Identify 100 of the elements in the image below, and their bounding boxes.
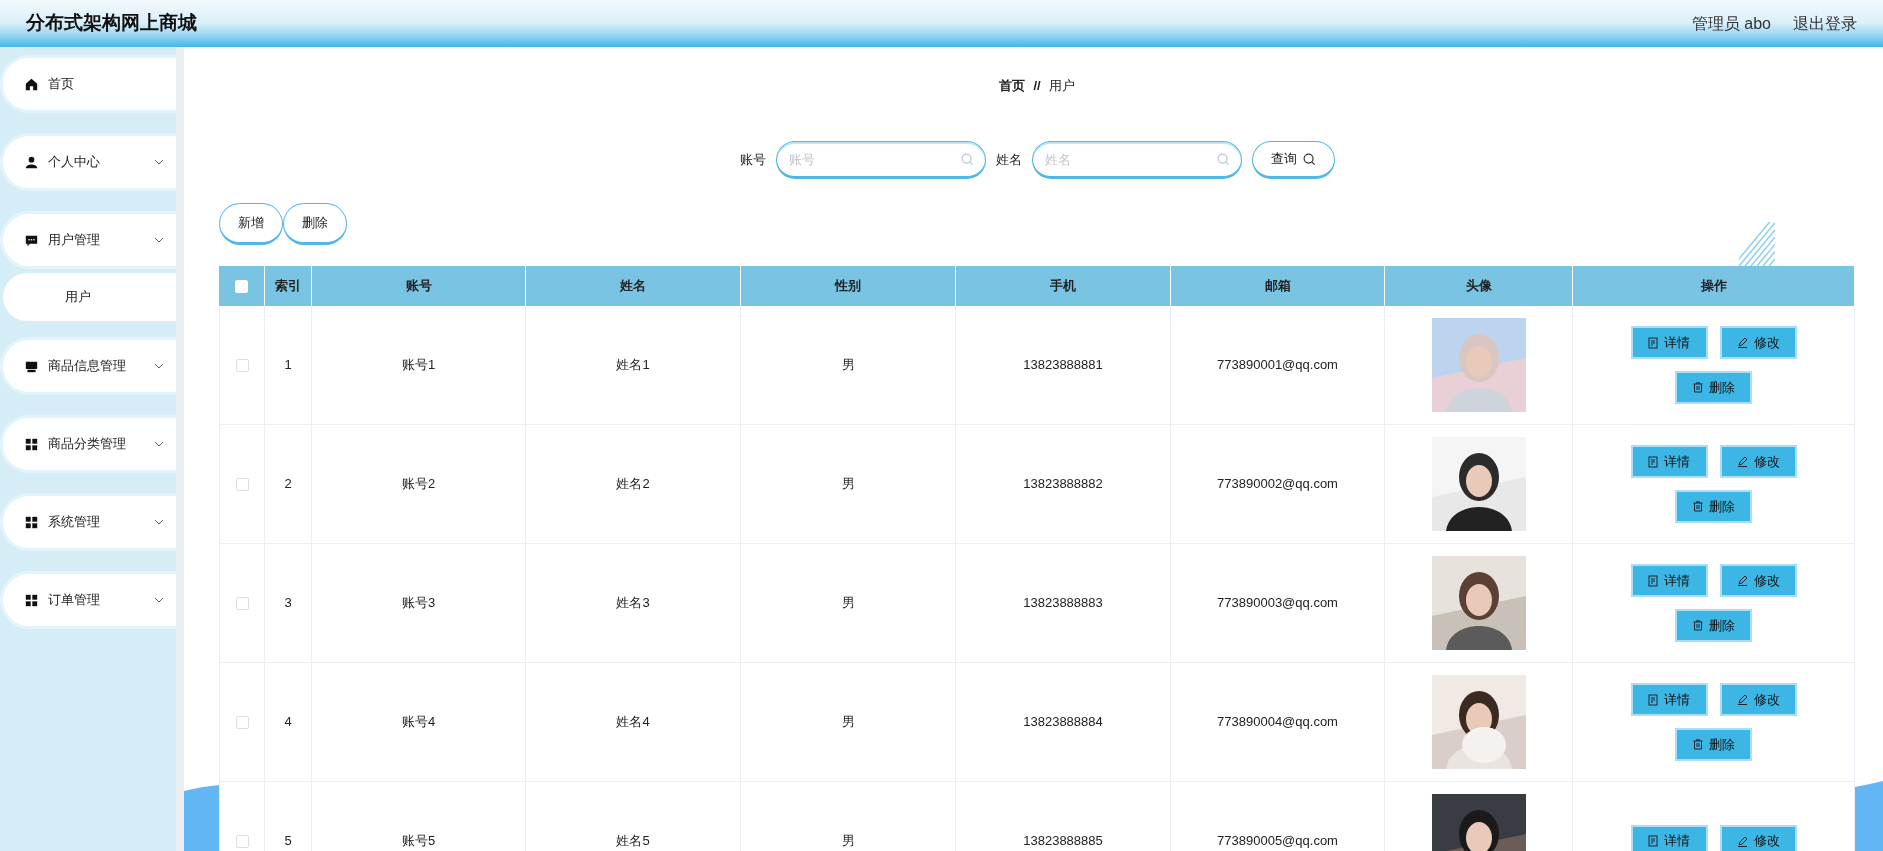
table-cell-text: 账号4 <box>401 713 436 732</box>
detail-button[interactable]: 详情 <box>1630 445 1708 478</box>
table-cell-text: 13823888883 <box>1023 594 1103 613</box>
chevron-down-icon <box>154 441 164 447</box>
table-cell-text: 账号5 <box>401 832 436 851</box>
table-cell-text: 773890005@qq.com <box>1217 832 1338 851</box>
table-cell-text: 3 <box>284 594 292 613</box>
table-cell-text: 姓名4 <box>616 713 650 732</box>
monitor-icon <box>25 359 38 373</box>
table-cell-text: 13823888881 <box>1023 356 1103 375</box>
detail-button[interactable]: 详情 <box>1630 326 1708 359</box>
table-cell-text: 账号2 <box>401 475 436 494</box>
table-cell-text: 男 <box>841 356 855 375</box>
edit-button[interactable]: 修改 <box>1719 445 1797 478</box>
submenu-item[interactable]: 用户 <box>3 273 176 321</box>
trash-icon <box>1692 501 1703 512</box>
search-icon <box>1216 153 1230 166</box>
table-cell-text: 姓名3 <box>616 594 650 613</box>
grid-icon <box>25 437 38 451</box>
chevron-down-icon <box>154 237 164 243</box>
document-icon <box>1648 574 1658 587</box>
delete-button[interactable]: 删除 <box>1675 728 1752 761</box>
search-icon <box>1302 152 1316 166</box>
delete-button[interactable]: 删除 <box>1675 490 1752 523</box>
checkbox[interactable] <box>235 834 249 848</box>
trash-icon <box>1692 620 1703 631</box>
table-cell-text: 男 <box>841 475 855 494</box>
delete-button[interactable]: 删除 <box>1675 609 1752 642</box>
wave-drawing <box>184 785 219 851</box>
checkbox[interactable] <box>235 715 249 729</box>
table-cell-text: 账号1 <box>401 356 436 375</box>
pencil-icon <box>1736 456 1748 467</box>
table-cell-text: 773890003@qq.com <box>1217 594 1338 613</box>
edit-button[interactable]: 修改 <box>1719 683 1797 716</box>
menu-label: 订单管理 <box>48 591 100 610</box>
menu-label: 系统管理 <box>48 513 100 532</box>
logout-link[interactable]: 退出登录 <box>1793 11 1857 36</box>
user-icon <box>25 155 38 169</box>
chevron-down-icon <box>154 597 164 603</box>
search-field[interactable]: 账号 <box>775 141 986 179</box>
menu-label: 用户管理 <box>48 231 100 250</box>
home-icon <box>25 77 38 91</box>
pencil-icon <box>1736 337 1748 348</box>
table-cell-text: 13823888885 <box>1023 832 1103 851</box>
wave-drawing <box>1855 781 1883 851</box>
grid-icon <box>25 515 38 529</box>
menu-label: 个人中心 <box>48 153 100 172</box>
pencil-icon <box>1736 835 1748 847</box>
sidebar-item[interactable]: 系统管理 <box>0 493 176 551</box>
table-cell-text: 姓名2 <box>616 475 650 494</box>
breadcrumb-current: 用户 <box>1048 76 1075 95</box>
document-icon <box>1648 336 1658 349</box>
table-cell-text: 账号3 <box>401 594 436 613</box>
detail-button[interactable]: 详情 <box>1630 824 1708 851</box>
sidebar-item[interactable]: 商品信息管理 <box>0 337 176 395</box>
sidebar-item[interactable]: 订单管理 <box>0 571 176 629</box>
delete-button[interactable]: 删除 <box>1675 371 1752 404</box>
query-button[interactable]: 查询 <box>1251 141 1335 179</box>
detail-button[interactable]: 详情 <box>1630 683 1708 716</box>
trash-icon <box>1692 382 1703 393</box>
document-icon <box>1648 835 1658 847</box>
trash-icon <box>1692 739 1703 750</box>
edit-button[interactable]: 修改 <box>1719 326 1797 359</box>
document-icon <box>1648 693 1658 706</box>
add-button[interactable]: 新增 <box>219 203 283 245</box>
menu-label: 商品分类管理 <box>48 435 126 454</box>
search-icon <box>960 153 974 166</box>
checkbox[interactable] <box>235 358 249 372</box>
sidebar-item[interactable]: 首页 <box>0 55 176 113</box>
document-icon <box>1648 455 1658 468</box>
table-cell-text: 5 <box>284 832 292 851</box>
grid-icon <box>25 593 38 607</box>
table-cell-text: 4 <box>284 713 292 732</box>
table-cell-text: 男 <box>841 594 855 613</box>
table-cell-text: 2 <box>284 475 292 494</box>
checkbox[interactable] <box>235 596 249 610</box>
table-cell-text: 773890001@qq.com <box>1217 356 1338 375</box>
table-cell-text: 1 <box>284 356 292 375</box>
menu-label: 首页 <box>48 75 74 94</box>
chevron-down-icon <box>154 159 164 165</box>
site-title: 分布式架构网上商城 <box>26 11 197 36</box>
search-field[interactable]: 姓名 <box>1031 141 1242 179</box>
delete-button[interactable]: 删除 <box>283 203 347 245</box>
table-cell-text: 773890002@qq.com <box>1217 475 1338 494</box>
breadcrumb-separator: // <box>1033 76 1041 95</box>
stripes-drawing <box>1739 222 1775 266</box>
sidebar-item[interactable]: 个人中心 <box>0 133 176 191</box>
edit-button[interactable]: 修改 <box>1719 564 1797 597</box>
table-cell-text: 13823888882 <box>1023 475 1103 494</box>
sidebar-item[interactable]: 用户管理 <box>0 211 176 269</box>
table-cell-text: 男 <box>841 713 855 732</box>
chevron-down-icon <box>154 363 164 369</box>
field-label: 姓名 <box>995 151 1022 170</box>
sidebar-item[interactable]: 商品分类管理 <box>0 415 176 473</box>
table-cell-text: 姓名5 <box>616 832 650 851</box>
edit-button[interactable]: 修改 <box>1719 824 1797 851</box>
field-label: 账号 <box>739 151 766 170</box>
detail-button[interactable]: 详情 <box>1630 564 1708 597</box>
breadcrumb-home[interactable]: 首页 <box>999 75 1026 95</box>
checkbox[interactable] <box>235 477 249 491</box>
